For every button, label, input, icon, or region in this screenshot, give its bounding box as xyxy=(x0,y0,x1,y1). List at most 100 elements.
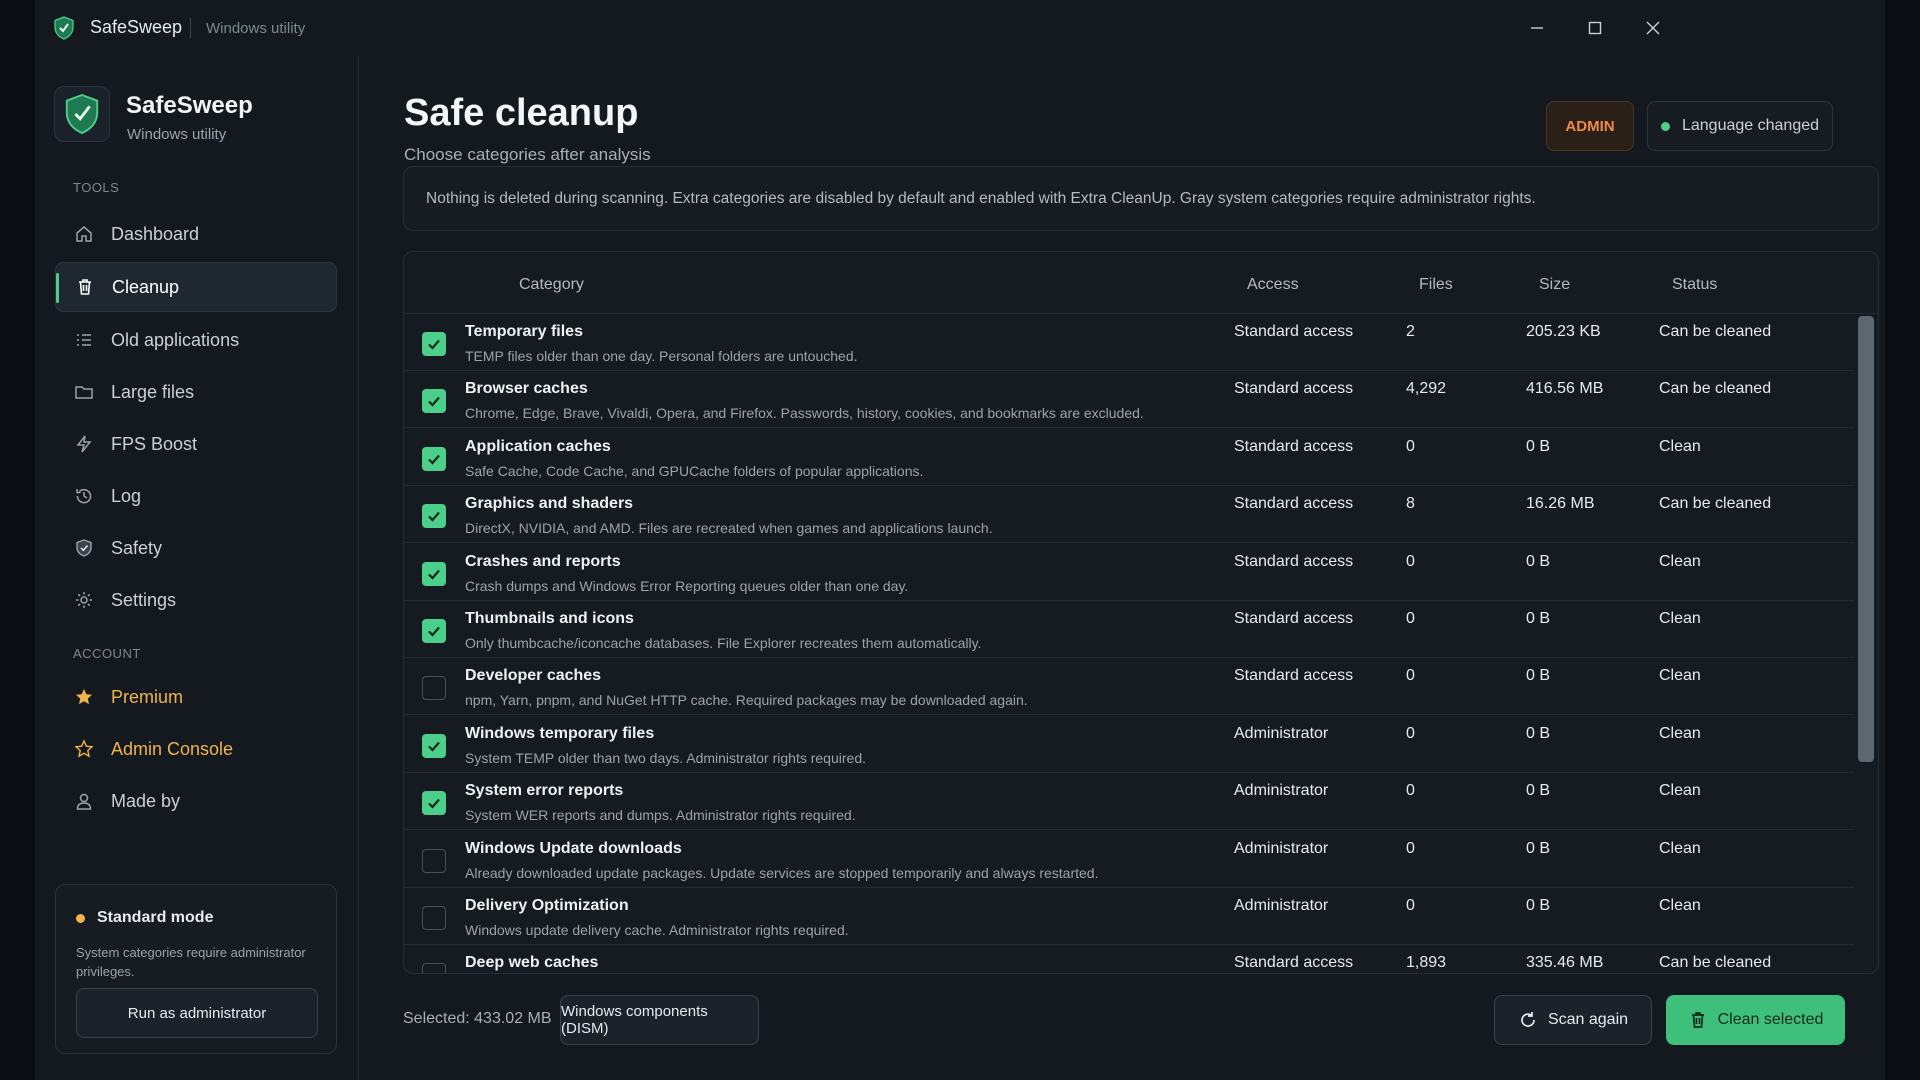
row-access: Administrator xyxy=(1234,897,1329,914)
scrollbar-thumb[interactable] xyxy=(1858,316,1874,762)
list-icon xyxy=(73,329,95,351)
sidebar-item-label: Cleanup xyxy=(112,276,180,297)
table-row[interactable]: Delivery Optimization Windows update deli… xyxy=(404,888,1854,945)
row-status: Clean xyxy=(1659,839,1701,857)
run-as-administrator-button[interactable]: Run as administrator xyxy=(76,988,318,1038)
table-row[interactable]: Application caches Safe Cache, Code Cache… xyxy=(404,429,1854,486)
sidebar-item-safety[interactable]: Safety xyxy=(55,523,337,573)
row-checkbox[interactable] xyxy=(422,906,446,930)
table-row[interactable]: Windows temporary files System TEMP older… xyxy=(404,716,1854,773)
bolt-icon xyxy=(73,433,95,455)
sidebar-item-large-files[interactable]: Large files xyxy=(55,367,337,417)
sidebar-item-premium[interactable]: Premium xyxy=(55,672,337,722)
sidebar-item-dashboard[interactable]: Dashboard xyxy=(55,209,337,259)
sidebar-item-fps-boost[interactable]: FPS Boost xyxy=(55,419,337,469)
row-files: 0 xyxy=(1406,839,1415,857)
row-status: Can be cleaned xyxy=(1659,954,1772,972)
refresh-icon xyxy=(1518,1010,1538,1030)
row-access: Standard access xyxy=(1234,954,1354,972)
folder-icon xyxy=(73,381,95,403)
row-checkbox[interactable] xyxy=(422,561,446,586)
sidebar-item-cleanup[interactable]: Cleanup xyxy=(55,262,337,312)
categories-table: Category Access Files Size Status Tempor… xyxy=(403,251,1879,974)
table-row[interactable]: Thumbnails and icons Only thumbcache/icon… xyxy=(404,601,1854,658)
row-checkbox[interactable] xyxy=(422,791,446,816)
gear-icon xyxy=(73,589,95,611)
row-status: Clean xyxy=(1659,782,1701,800)
sidebar-item-label: Premium xyxy=(111,686,184,707)
row-checkbox[interactable] xyxy=(422,446,446,471)
table-row[interactable]: Crashes and reports Crash dumps and Windo… xyxy=(404,544,1854,601)
row-access: Administrator xyxy=(1234,724,1329,742)
row-checkbox[interactable] xyxy=(422,848,446,873)
row-checkbox[interactable] xyxy=(422,733,446,758)
minimize-button[interactable] xyxy=(1520,12,1554,44)
row-size: 0 B xyxy=(1526,839,1551,857)
sidebar-item-label: Made by xyxy=(111,790,181,811)
table-row[interactable]: Developer caches npm, Yarn, pnpm, and NuG… xyxy=(404,658,1854,716)
row-checkbox[interactable] xyxy=(422,389,446,414)
table-scrollbar[interactable] xyxy=(1856,314,1876,973)
row-status: Clean xyxy=(1659,437,1701,455)
row-category-description: Windows update delivery cache. Administr… xyxy=(465,922,849,938)
row-size: 416.56 MB xyxy=(1526,380,1604,398)
close-button[interactable] xyxy=(1636,12,1670,44)
table-row[interactable]: Graphics and shaders DirectX, NVIDIA, and… xyxy=(404,486,1854,544)
sidebar-item-log[interactable]: Log xyxy=(55,471,337,521)
row-checkbox[interactable] xyxy=(422,504,446,529)
brand-logo-icon xyxy=(54,86,110,142)
row-files: 0 xyxy=(1406,782,1415,800)
row-checkbox[interactable] xyxy=(422,332,446,356)
row-category-description: System WER reports and dumps. Administra… xyxy=(465,807,856,824)
table-row[interactable]: Deep web caches Standard access 1,893 335.4… xyxy=(404,945,1854,973)
row-status: Clean xyxy=(1659,724,1701,742)
maximize-button[interactable] xyxy=(1578,12,1612,44)
row-access: Standard access xyxy=(1234,667,1354,685)
status-dot xyxy=(1660,121,1670,131)
page-title: Safe cleanup xyxy=(404,92,639,134)
row-access: Standard access xyxy=(1234,495,1354,513)
tools-section-label: TOOLS xyxy=(73,180,120,195)
checkmark-icon xyxy=(428,454,440,465)
row-size: 0 B xyxy=(1526,667,1551,685)
row-size: 16.26 MB xyxy=(1526,495,1595,513)
row-category-description: Safe Cache, Code Cache, and GPUCache fol… xyxy=(465,462,924,479)
row-category-description: Already downloaded update packages. Upda… xyxy=(465,864,1099,881)
sidebar-item-old-applications[interactable]: Old applications xyxy=(55,315,337,365)
sidebar: SafeSweep Windows utility TOOLS Dashboar… xyxy=(35,56,359,1080)
table-row[interactable]: System error reports System WER reports a… xyxy=(404,773,1854,831)
checkmark-icon xyxy=(428,397,440,408)
sidebar-item-admin-console[interactable]: Admin Console xyxy=(55,724,337,774)
sidebar-item-made-by[interactable]: Made by xyxy=(55,776,337,826)
row-category-description: DirectX, NVIDIA, and AMD. Files are recr… xyxy=(465,520,993,537)
row-category-description: Chrome, Edge, Brave, Vivaldi, Opera, and… xyxy=(465,405,1144,422)
table-row[interactable]: Browser caches Chrome, Edge, Brave, Vival… xyxy=(404,371,1854,429)
row-category-title: Developer caches xyxy=(465,667,602,685)
status-badge-label: Language changed xyxy=(1681,117,1820,134)
table-row[interactable]: Windows Update downloads Already download… xyxy=(404,831,1854,888)
column-header-access: Access xyxy=(1247,276,1299,293)
brand-subtitle: Windows utility xyxy=(127,126,227,143)
mode-status-dot xyxy=(76,913,85,923)
status-badge: Language changed xyxy=(1647,101,1833,151)
row-checkbox[interactable] xyxy=(422,963,446,973)
row-checkbox[interactable] xyxy=(422,676,446,701)
row-files: 0 xyxy=(1406,724,1415,742)
row-files: 0 xyxy=(1406,610,1415,627)
clean-selected-button[interactable]: Clean selected xyxy=(1666,995,1845,1045)
row-status: Can be cleaned xyxy=(1659,380,1772,398)
scan-again-label: Scan again xyxy=(1547,1011,1629,1028)
table-row[interactable]: Temporary files TEMP files older than one… xyxy=(404,314,1854,371)
row-access: Standard access xyxy=(1234,610,1354,627)
row-files: 4,292 xyxy=(1406,380,1447,398)
row-category-title: Crashes and reports xyxy=(465,552,621,570)
sidebar-item-settings[interactable]: Settings xyxy=(55,575,337,625)
row-category-title: Graphics and shaders xyxy=(465,495,634,513)
trash-icon xyxy=(74,276,96,298)
windows-components-dism-button[interactable]: Windows components (DISM) xyxy=(560,995,759,1045)
row-category-title: Temporary files xyxy=(465,323,583,340)
checkmark-icon xyxy=(428,569,440,580)
row-checkbox[interactable] xyxy=(422,619,446,643)
row-category-title: Windows Update downloads xyxy=(465,839,682,857)
scan-again-button[interactable]: Scan again xyxy=(1494,995,1652,1045)
